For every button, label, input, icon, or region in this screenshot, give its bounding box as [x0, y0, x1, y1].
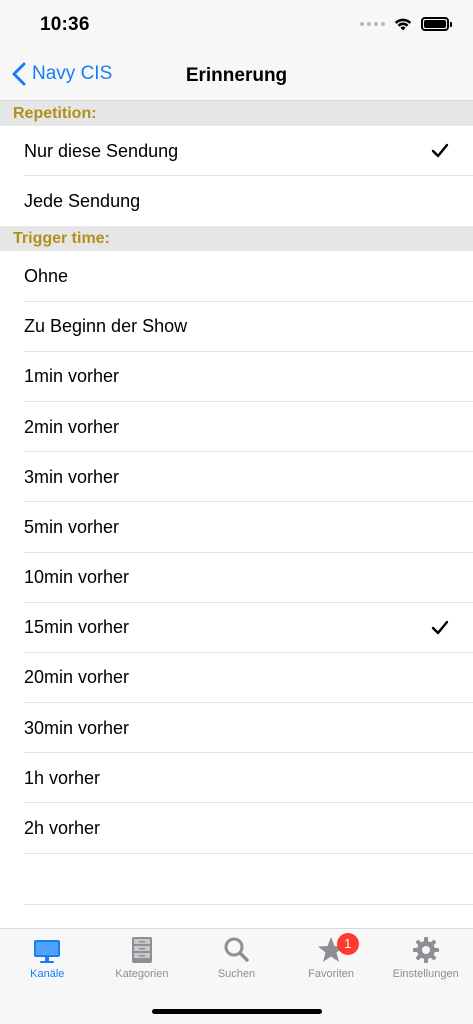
tab-kategorien[interactable]: Kategorien	[95, 929, 190, 989]
list-footer-separator	[24, 904, 473, 905]
tab-label: Einstellungen	[392, 968, 459, 980]
monitor-icon	[34, 940, 61, 963]
home-indicator	[152, 1009, 322, 1014]
status-indicators	[360, 16, 452, 31]
option-row[interactable]: 15min vorher	[0, 603, 473, 654]
status-bar: 10:36	[0, 0, 473, 50]
option-row[interactable]: 5min vorher	[0, 502, 473, 553]
gear-icon	[412, 937, 439, 963]
option-label: 10min vorher	[24, 567, 130, 588]
option-row[interactable]: Jede Sendung	[0, 176, 473, 226]
option-row[interactable]: Zu Beginn der Show	[0, 302, 473, 352]
checkmark-icon	[431, 143, 449, 158]
option-label: 5min vorher	[24, 516, 120, 537]
tab-label: Kategorien	[115, 968, 169, 980]
section-header-trigger-time: Trigger time:	[0, 226, 473, 252]
checkmark-icon	[431, 620, 449, 634]
tab-kanaele[interactable]: Kanäle	[0, 929, 95, 989]
option-label: Nur diese Sendung	[24, 140, 179, 161]
option-row[interactable]: 2min vorher	[0, 402, 473, 453]
option-label: 1min vorher	[24, 366, 120, 387]
option-row[interactable]: 10min vorher	[0, 553, 473, 603]
search-icon	[224, 937, 250, 962]
option-label: 2min vorher	[24, 416, 120, 437]
option-label: 1h vorher	[24, 767, 101, 788]
option-label: 30min vorher	[24, 717, 130, 738]
option-row[interactable]: 3min vorher	[0, 452, 473, 503]
tab-favoriten[interactable]: 1 Favoriten	[284, 929, 379, 989]
option-label: 2h vorher	[24, 818, 101, 839]
option-row[interactable]: Ohne	[0, 251, 473, 302]
tab-label: Suchen	[217, 968, 256, 980]
favorites-badge: 1	[336, 933, 359, 955]
navigation-bar: Navy CIS Erinnerung	[0, 50, 473, 101]
option-label: Ohne	[24, 265, 69, 286]
cabinet-icon	[131, 937, 152, 963]
tab-label: Favoriten	[308, 968, 355, 980]
option-row[interactable]: 20min vorher	[0, 653, 473, 704]
wifi-icon	[394, 18, 412, 31]
option-row[interactable]: 1min vorher	[0, 352, 473, 403]
status-time: 10:36	[40, 14, 90, 35]
section-header-repetition: Repetition:	[0, 101, 473, 126]
option-label: Jede Sendung	[24, 190, 141, 211]
battery-icon	[421, 16, 452, 31]
settings-list: Repetition: Nur diese Sendung Jede Sendu…	[0, 101, 473, 854]
option-row[interactable]: Nur diese Sendung	[0, 126, 473, 177]
option-label: Zu Beginn der Show	[24, 316, 188, 337]
option-row[interactable]: 2h vorher	[0, 803, 473, 854]
option-row[interactable]: 30min vorher	[0, 703, 473, 754]
option-label: 15min vorher	[24, 617, 130, 638]
cellular-signal-icon	[360, 21, 385, 26]
tab-einstellungen[interactable]: Einstellungen	[378, 929, 473, 989]
option-label: 3min vorher	[24, 466, 120, 487]
tab-label: Kanäle	[30, 968, 65, 980]
option-row[interactable]: 1h vorher	[0, 753, 473, 804]
page-title: Erinnerung	[185, 65, 288, 86]
tab-suchen[interactable]: Suchen	[189, 929, 284, 989]
option-label: 20min vorher	[24, 667, 130, 688]
